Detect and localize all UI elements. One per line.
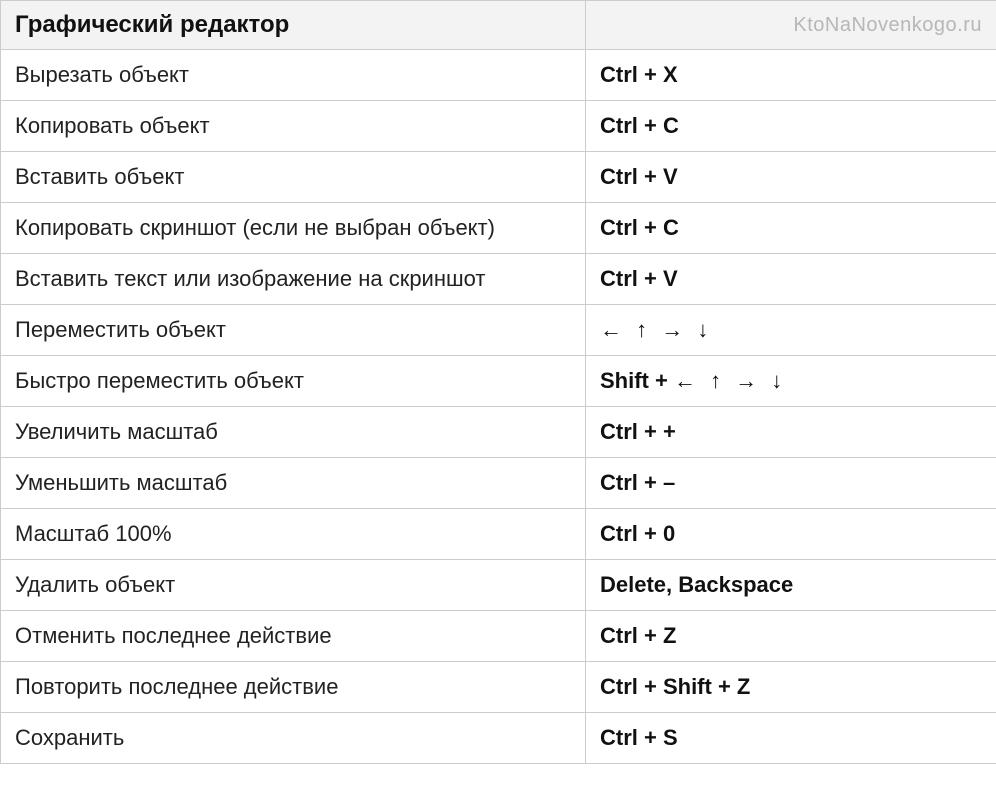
shortcut-cell: Ctrl + X [586,50,996,101]
shortcut-keys-bold: Ctrl + – [600,470,675,495]
shortcut-keys-arrows: ← ↑ → ↓ [600,317,712,342]
table-row: Отменить последнее действие Ctrl + Z [1,611,996,662]
shortcut-cell: Ctrl + V [586,152,996,203]
shortcut-keys-bold: Shift + [600,368,674,393]
action-cell: Копировать скриншот (если не выбран объе… [1,203,586,254]
shortcuts-table: Графический редактор KtoNaNovenkogo.ru В… [0,0,996,764]
shortcut-keys-bold: Delete, Backspace [600,572,793,597]
shortcut-keys-bold: Ctrl + S [600,725,678,750]
table-row: Масштаб 100% Ctrl + 0 [1,509,996,560]
shortcut-keys-bold: Ctrl + C [600,215,679,240]
table-row: Копировать объект Ctrl + C [1,101,996,152]
watermark: KtoNaNovenkogo.ru [586,1,996,50]
action-cell: Сохранить [1,713,586,764]
table-row: Быстро переместить объектShift + ← ↑ → ↓ [1,356,996,407]
action-cell: Вставить текст или изображение на скринш… [1,254,586,305]
action-cell: Повторить последнее действие [1,662,586,713]
shortcut-cell: Ctrl + + [586,407,996,458]
shortcut-keys-bold: Ctrl + + [600,419,676,444]
table-row: Переместить объект ← ↑ → ↓ [1,305,996,356]
shortcut-keys-arrows: ← ↑ → ↓ [674,368,786,393]
table-row: Увеличить масштаб Ctrl + + [1,407,996,458]
table-row: Вставить текст или изображение на скринш… [1,254,996,305]
shortcut-keys-bold: Ctrl + V [600,164,678,189]
shortcut-cell: Ctrl + S [586,713,996,764]
shortcut-keys-bold: Ctrl + 0 [600,521,675,546]
shortcut-keys-bold: Ctrl + Z [600,623,676,648]
action-cell: Удалить объект [1,560,586,611]
table-row: Удалить объект Delete, Backspace [1,560,996,611]
table-row: Копировать скриншот (если не выбран объе… [1,203,996,254]
table-row: Вырезать объект Ctrl + X [1,50,996,101]
shortcut-cell: Shift + ← ↑ → ↓ [586,356,996,407]
shortcut-cell: Ctrl + – [586,458,996,509]
shortcuts-table-container: Графический редактор KtoNaNovenkogo.ru В… [0,0,996,764]
action-cell: Масштаб 100% [1,509,586,560]
table-row: Сохранить Ctrl + S [1,713,996,764]
action-cell: Увеличить масштаб [1,407,586,458]
action-cell: Копировать объект [1,101,586,152]
shortcut-cell: Delete, Backspace [586,560,996,611]
table-title: Графический редактор [1,1,586,50]
shortcut-keys-bold: Ctrl + V [600,266,678,291]
table-row: Повторить последнее действие Ctrl + Shift… [1,662,996,713]
table-row: Уменьшить масштаб Ctrl + – [1,458,996,509]
table-row: Вставить объект Ctrl + V [1,152,996,203]
action-cell: Отменить последнее действие [1,611,586,662]
shortcut-cell: Ctrl + V [586,254,996,305]
shortcut-cell: Ctrl + Shift + Z [586,662,996,713]
shortcut-cell: Ctrl + C [586,203,996,254]
action-cell: Переместить объект [1,305,586,356]
table-header-row: Графический редактор KtoNaNovenkogo.ru [1,1,996,50]
action-cell: Вырезать объект [1,50,586,101]
shortcut-keys-bold: Ctrl + Shift + Z [600,674,750,699]
shortcut-cell: ← ↑ → ↓ [586,305,996,356]
action-cell: Уменьшить масштаб [1,458,586,509]
action-cell: Быстро переместить объект [1,356,586,407]
shortcut-cell: Ctrl + C [586,101,996,152]
action-cell: Вставить объект [1,152,586,203]
shortcut-cell: Ctrl + 0 [586,509,996,560]
shortcut-cell: Ctrl + Z [586,611,996,662]
shortcut-keys-bold: Ctrl + X [600,62,678,87]
shortcut-keys-bold: Ctrl + C [600,113,679,138]
